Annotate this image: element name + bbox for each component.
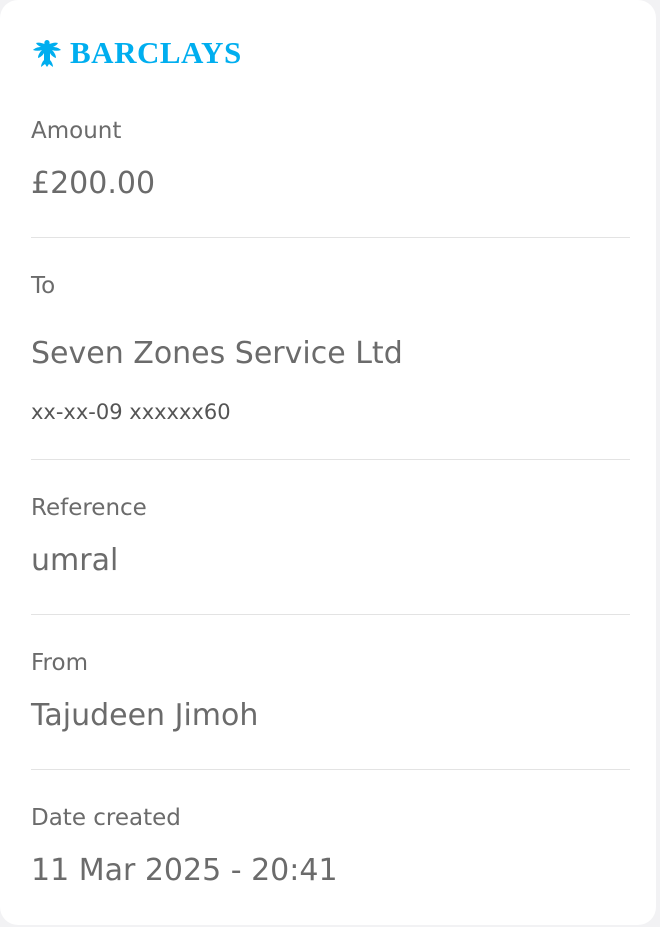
from-label: From xyxy=(31,650,88,676)
divider xyxy=(31,769,630,770)
reference-label: Reference xyxy=(31,495,147,521)
date-created-label: Date created xyxy=(31,805,181,831)
amount-label: Amount xyxy=(31,118,122,144)
divider xyxy=(31,237,630,238)
eagle-icon xyxy=(30,36,64,70)
amount-value: £200.00 xyxy=(31,166,156,201)
date-created-value: 11 Mar 2025 - 20:41 xyxy=(31,853,338,888)
reference-value: umral xyxy=(31,543,119,578)
payment-details-card: BARCLAYS Amount £200.00 To Seven Zones S… xyxy=(0,0,656,925)
brand-wordmark: BARCLAYS xyxy=(70,35,242,70)
divider xyxy=(31,459,630,460)
from-value: Tajudeen Jimoh xyxy=(31,698,259,733)
divider xyxy=(31,614,630,615)
payee-account: xx-xx-09 xxxxxx60 xyxy=(31,400,231,424)
to-label: To xyxy=(31,273,56,299)
payee-name: Seven Zones Service Ltd xyxy=(31,336,403,371)
barclays-logo: BARCLAYS xyxy=(30,36,242,70)
